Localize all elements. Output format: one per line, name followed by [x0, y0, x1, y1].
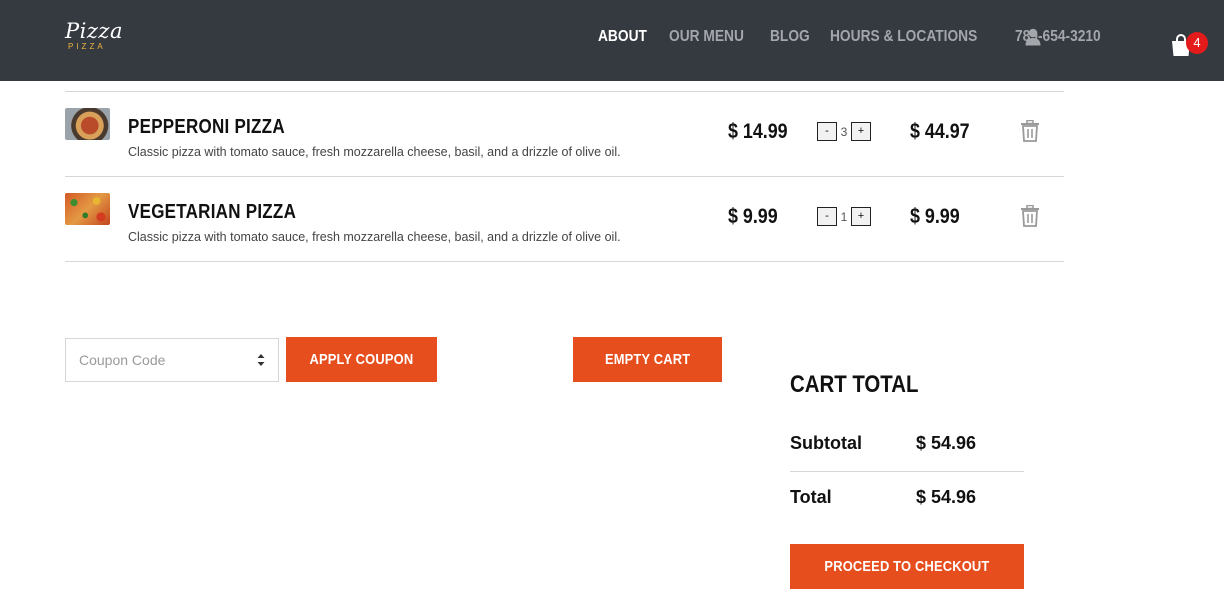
- nav-item-blog[interactable]: BLOG: [770, 28, 810, 46]
- user-icon[interactable]: [1025, 28, 1041, 46]
- total-label: Total: [790, 487, 832, 507]
- vegetarian-pizza-image[interactable]: [65, 193, 110, 225]
- cart-total-title: CART TOTAL: [790, 371, 919, 398]
- total-value: $ 54.96: [916, 487, 977, 507]
- trash-icon[interactable]: [1020, 120, 1040, 142]
- item-name[interactable]: PEPPERONI PIZZA: [128, 116, 285, 139]
- quantity-stepper: - 3 +: [817, 122, 871, 141]
- total-row: Total $ 54.96: [790, 472, 1024, 526]
- cart-count-badge: 4: [1186, 32, 1208, 54]
- nav-item-hours-locations[interactable]: HOURS & LOCATIONS: [830, 28, 977, 46]
- nav-item-our-menu[interactable]: OUR MENU: [669, 28, 744, 46]
- main-nav: ABOUT OUR MENU BLOG HOURS & LOCATIONS 78…: [598, 26, 1129, 48]
- apply-coupon-label: APPLY COUPON: [309, 351, 414, 368]
- empty-cart-button[interactable]: EMPTY CART: [573, 337, 722, 382]
- site-header: Pizza PIZZA ABOUT OUR MENU BLOG HOURS & …: [0, 0, 1224, 81]
- quantity-value: 3: [840, 124, 848, 139]
- coupon-code-input[interactable]: [66, 339, 246, 381]
- item-price: $ 9.99: [728, 205, 778, 228]
- quantity-value: 1: [840, 209, 848, 224]
- increase-quantity-button[interactable]: +: [851, 207, 871, 226]
- brand-name: Pizza: [65, 19, 123, 43]
- spinner-arrows-icon[interactable]: [256, 352, 266, 368]
- item-name[interactable]: VEGETARIAN PIZZA: [128, 201, 296, 224]
- quantity-stepper: - 1 +: [817, 207, 871, 226]
- empty-cart-label: EMPTY CART: [604, 351, 691, 368]
- coupon-field[interactable]: [65, 338, 279, 382]
- increase-quantity-button[interactable]: +: [851, 122, 871, 141]
- brand-tagline: PIZZA: [68, 42, 106, 51]
- checkout-label: PROCEED TO CHECKOUT: [824, 558, 990, 575]
- item-description: Classic pizza with tomato sauce, fresh m…: [128, 230, 621, 244]
- cart-table: PEPPERONI PIZZA Classic pizza with tomat…: [65, 91, 1064, 262]
- proceed-to-checkout-button[interactable]: PROCEED TO CHECKOUT: [790, 544, 1024, 589]
- decrease-quantity-button[interactable]: -: [817, 122, 837, 141]
- subtotal-value: $ 54.96: [916, 433, 977, 453]
- item-description: Classic pizza with tomato sauce, fresh m…: [128, 145, 621, 159]
- line-total: $ 44.97: [910, 120, 970, 143]
- line-total: $ 9.99: [910, 205, 960, 228]
- cart-row: PEPPERONI PIZZA Classic pizza with tomat…: [65, 92, 1064, 177]
- trash-icon[interactable]: [1020, 205, 1040, 227]
- subtotal-row: Subtotal $ 54.96: [790, 418, 1024, 472]
- brand-logo[interactable]: Pizza PIZZA: [65, 20, 123, 52]
- subtotal-label: Subtotal: [790, 433, 862, 453]
- cart-row: VEGETARIAN PIZZA Classic pizza with toma…: [65, 177, 1064, 262]
- nav-item-about[interactable]: ABOUT: [598, 28, 647, 46]
- decrease-quantity-button[interactable]: -: [817, 207, 837, 226]
- pepperoni-pizza-image[interactable]: [65, 108, 110, 140]
- item-price: $ 14.99: [728, 120, 788, 143]
- apply-coupon-button[interactable]: APPLY COUPON: [286, 337, 437, 382]
